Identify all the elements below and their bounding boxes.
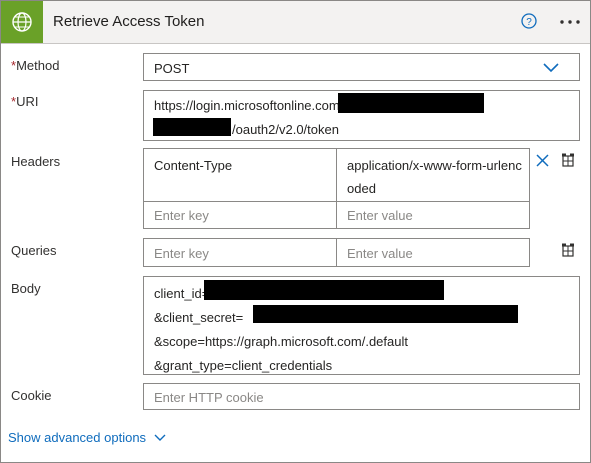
svg-text:?: ? (526, 17, 532, 28)
body-line: &scope=https://graph.microsoft.com/.defa… (154, 334, 408, 349)
header-key-input[interactable]: Enter key (143, 201, 337, 229)
header-value-cell[interactable]: application/x-www-form-urlenc oded (336, 148, 530, 202)
action-title[interactable]: Retrieve Access Token (53, 13, 204, 30)
header-value-line-1: application/x-www-form-urlenc (347, 158, 522, 173)
uri-line-2: /oauth2/v2.0/token (232, 122, 339, 137)
redacted-block (204, 280, 444, 300)
show-advanced-options-link[interactable]: Show advanced options (8, 430, 166, 445)
switch-to-text-mode-icon[interactable] (561, 153, 575, 167)
query-value-input[interactable]: Enter value (336, 238, 530, 267)
http-action-card: Retrieve Access Token ? *Method POST *UR… (0, 0, 591, 463)
query-value-placeholder: Enter value (347, 246, 413, 261)
queries-label: Queries (11, 243, 57, 258)
cookie-label: Cookie (11, 388, 52, 403)
chevron-down-icon (154, 434, 166, 441)
card-header[interactable]: Retrieve Access Token ? (1, 1, 590, 44)
method-label: *Method (11, 58, 59, 73)
headers-label: Headers (11, 154, 61, 169)
action-icon-box (1, 1, 43, 43)
method-value: POST (154, 61, 190, 76)
method-select[interactable]: POST (143, 53, 580, 81)
header-key: Content-Type (154, 158, 233, 173)
globe-icon (12, 12, 32, 32)
cookie-input[interactable]: Enter HTTP cookie (143, 383, 580, 410)
method-label-text: Method (16, 58, 60, 73)
uri-label-text: URI (16, 94, 39, 109)
redacted-block (253, 305, 518, 323)
body-line: &client_secret= (154, 310, 244, 325)
body-line: &grant_type=client_credentials (154, 358, 333, 373)
uri-line-1: https://login.microsoftonline.com/ (154, 98, 344, 113)
body-line: client_id= (154, 286, 210, 301)
close-icon[interactable] (536, 154, 549, 167)
cookie-placeholder: Enter HTTP cookie (154, 390, 264, 405)
header-value-placeholder: Enter value (347, 208, 413, 223)
body-input[interactable]: client_id= &client_secret= &scope=https:… (143, 276, 580, 375)
uri-label: *URI (11, 94, 38, 109)
redacted-block (338, 93, 484, 113)
header-key-cell[interactable]: Content-Type (143, 148, 337, 202)
chevron-down-icon[interactable] (543, 63, 559, 73)
query-key-input[interactable]: Enter key (143, 238, 337, 267)
switch-to-text-mode-icon[interactable] (561, 243, 575, 257)
show-advanced-options-label: Show advanced options (8, 430, 147, 445)
query-key-placeholder: Enter key (154, 246, 209, 261)
more-ellipsis-icon[interactable] (559, 19, 581, 25)
help-circle-icon[interactable]: ? (521, 13, 537, 29)
header-value-line-2: oded (347, 181, 376, 196)
redacted-block (153, 118, 231, 136)
header-value-input[interactable]: Enter value (336, 201, 530, 229)
body-label: Body (11, 281, 41, 296)
uri-input[interactable]: https://login.microsoftonline.com/ /oaut… (143, 90, 580, 141)
header-key-placeholder: Enter key (154, 208, 209, 223)
